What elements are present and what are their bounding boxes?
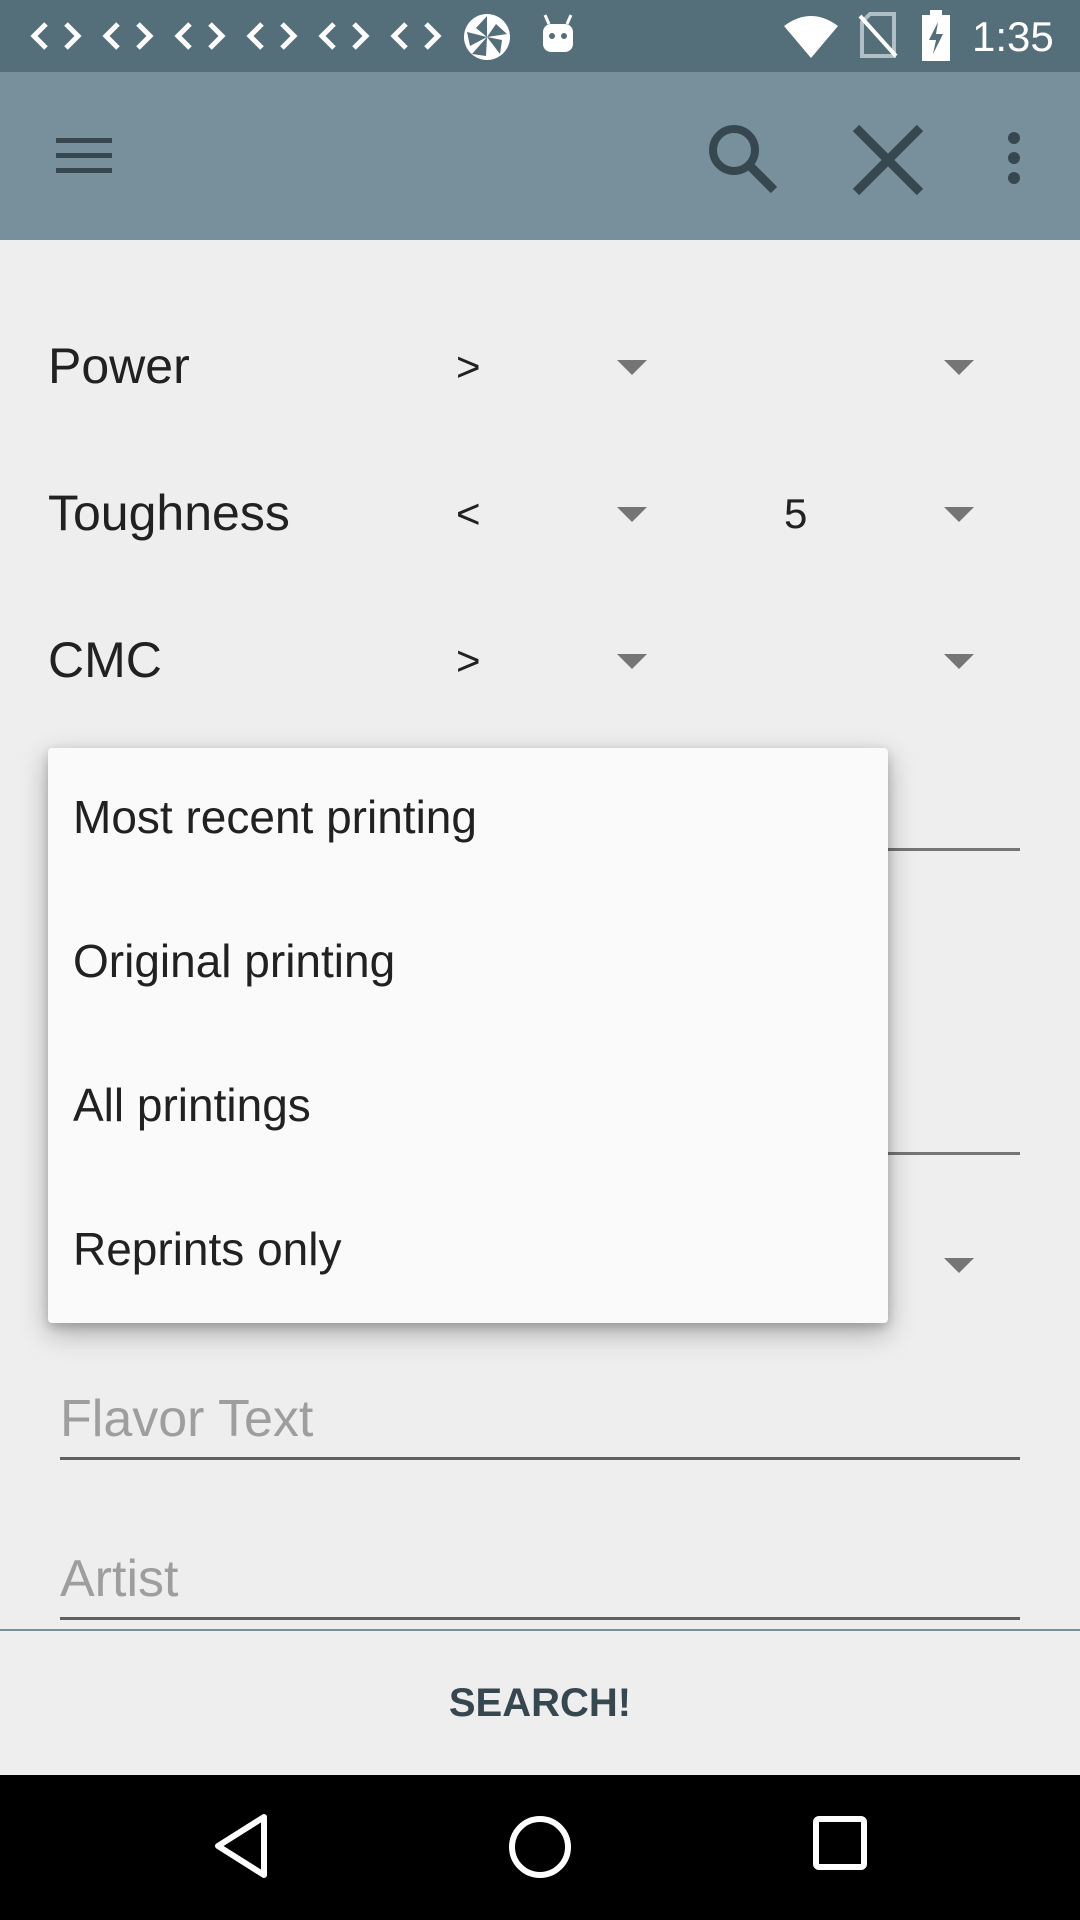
power-label: Power <box>48 338 190 394</box>
wifi-icon <box>784 16 838 58</box>
artist-placeholder: Artist <box>60 1550 179 1608</box>
code-icon <box>174 22 226 50</box>
cmc-label: CMC <box>48 632 162 688</box>
code-icon <box>246 22 298 50</box>
status-time: 1:35 <box>972 13 1054 60</box>
no-sim-icon <box>858 12 898 58</box>
close-icon[interactable] <box>850 122 926 198</box>
code-icon <box>102 22 154 50</box>
pinwheel-icon <box>464 14 510 60</box>
navigation-bar <box>0 1775 1080 1920</box>
code-icon <box>30 22 82 50</box>
dropdown-option[interactable]: Most recent printing <box>48 748 888 892</box>
home-icon[interactable] <box>504 1811 576 1883</box>
toughness-label: Toughness <box>48 485 290 541</box>
power-row: Power > <box>0 315 1080 415</box>
artist-field[interactable]: Artist <box>60 1530 1020 1620</box>
toughness-comparator[interactable]: < <box>456 490 481 538</box>
search-bar: SEARCH! <box>0 1629 1080 1775</box>
chevron-down-icon[interactable] <box>617 360 647 375</box>
dropdown-option[interactable]: Reprints only <box>48 1180 888 1324</box>
menu-icon[interactable] <box>54 134 114 178</box>
dropdown-option[interactable]: All printings <box>48 1036 888 1180</box>
chevron-down-icon[interactable] <box>944 654 974 669</box>
search-icon[interactable] <box>704 120 780 196</box>
printing-dropdown-menu: Most recent printing Original printing A… <box>48 748 888 1323</box>
chevron-down-icon[interactable] <box>944 507 974 522</box>
dropdown-option[interactable]: Original printing <box>48 892 888 1036</box>
power-comparator[interactable]: > <box>456 343 481 391</box>
back-icon[interactable] <box>212 1811 272 1881</box>
chevron-down-icon[interactable] <box>617 507 647 522</box>
status-bar: 1:35 <box>0 0 1080 72</box>
recents-icon[interactable] <box>812 1815 868 1871</box>
chevron-down-icon[interactable] <box>617 654 647 669</box>
toughness-value[interactable]: 5 <box>784 490 807 538</box>
search-button[interactable]: SEARCH! <box>0 1631 1080 1775</box>
code-icon <box>318 22 370 50</box>
toughness-row: Toughness < 5 <box>0 462 1080 562</box>
android-icon <box>543 14 573 52</box>
chevron-down-icon[interactable] <box>944 1258 974 1273</box>
chevron-down-icon[interactable] <box>944 360 974 375</box>
more-vert-icon[interactable] <box>1002 130 1026 186</box>
flavor-text-field[interactable]: Flavor Text <box>60 1370 1020 1460</box>
battery-charging-icon <box>922 10 950 61</box>
cmc-comparator[interactable]: > <box>456 637 481 685</box>
cmc-row: CMC > <box>0 609 1080 709</box>
flavor-text-placeholder: Flavor Text <box>60 1390 314 1448</box>
toolbar <box>0 72 1080 240</box>
code-icon <box>390 22 442 50</box>
